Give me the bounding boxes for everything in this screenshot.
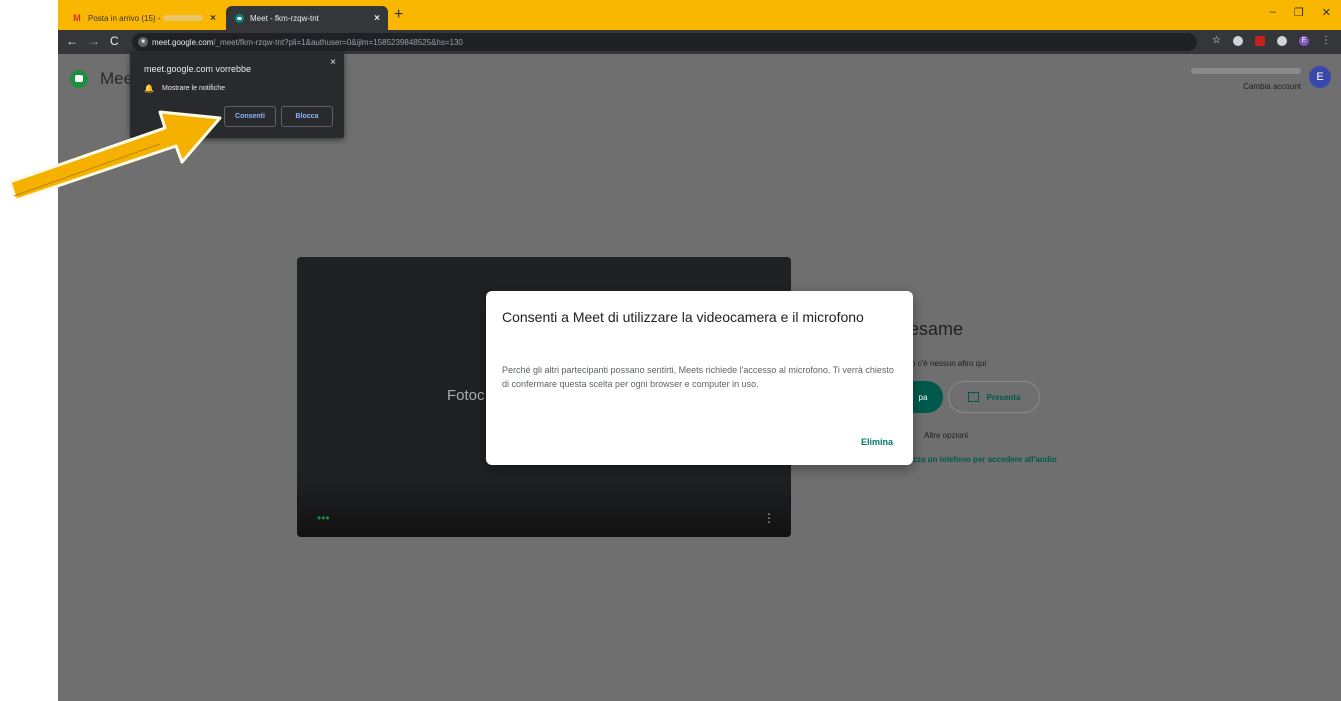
dialog-title: Consenti a Meet di utilizzare la videoca… (502, 309, 864, 325)
pdf-extension-icon[interactable] (1255, 35, 1265, 46)
close-icon[interactable]: × (330, 57, 336, 68)
menu-icon[interactable]: ⋮ (1321, 35, 1331, 46)
lock-icon[interactable]: ■ (138, 37, 148, 47)
forward-icon[interactable]: → (88, 34, 100, 48)
close-tab-icon[interactable]: × (374, 13, 380, 24)
meet-logo-icon (70, 70, 88, 88)
window-controls: – ❐ ✕ (1270, 6, 1331, 19)
address-path: /_meet/fkm-rzqw-tnt?pli=1&authuser=0&ijl… (213, 37, 463, 47)
present-label: Presenta (986, 392, 1021, 402)
annotation-arrow-icon (8, 110, 222, 202)
dialog-body: Perché gli altri partecipanti possano se… (502, 365, 894, 389)
account-email (1191, 68, 1301, 74)
extensions-area: ☆ E ⋮ (1212, 35, 1331, 46)
extension-icon[interactable] (1277, 35, 1287, 46)
tab-bar: M Posta in arrivo (15) - × Meet - fkm-rz… (58, 0, 1341, 30)
star-icon[interactable]: ☆ (1212, 35, 1221, 46)
restore-button[interactable]: ❐ (1294, 6, 1304, 19)
participants-status: n c'è nessun altro qui (911, 359, 987, 368)
more-dots-icon[interactable]: ••• (317, 511, 330, 525)
media-permission-dialog: Consenti a Meet di utilizzare la videoca… (486, 291, 913, 465)
close-tab-icon[interactable]: × (210, 13, 216, 24)
back-icon[interactable]: ← (66, 34, 78, 48)
tab-gmail[interactable]: M Posta in arrivo (15) - × (64, 6, 224, 30)
block-button[interactable]: Blocca (281, 106, 333, 127)
switch-account-link[interactable]: Cambia account (1243, 82, 1301, 91)
meeting-title: esame (909, 319, 964, 339)
account-info: Cambia account (1191, 68, 1301, 91)
reload-icon[interactable]: C (110, 34, 119, 48)
present-button[interactable]: ↑ Presenta (948, 381, 1040, 413)
new-tab-button[interactable]: + (394, 6, 403, 24)
profile-extension-icon[interactable]: E (1299, 35, 1309, 46)
tab-meet[interactable]: Meet - fkm-rzqw-tnt × (226, 6, 388, 30)
dismiss-button[interactable]: Elimina (861, 437, 893, 447)
address-bar[interactable]: ■ meet.google.com/_meet/fkm-rzqw-tnt?pli… (132, 33, 1197, 51)
permission-item: Mostrare le notifiche (162, 85, 226, 92)
meet-icon (234, 13, 244, 23)
popup-title: meet.google.com vorrebbe (144, 64, 252, 74)
allow-button[interactable]: Consenti (224, 106, 276, 127)
minimize-button[interactable]: – (1270, 6, 1276, 19)
bell-icon: 🔔 (144, 84, 154, 93)
kebab-menu-icon[interactable]: ⋮ (763, 511, 775, 525)
avatar[interactable]: E (1309, 66, 1331, 88)
tab-label: Posta in arrivo (15) - (88, 13, 161, 23)
more-options-label: Altre opzioni (924, 431, 969, 440)
tab-label: Meet - fkm-rzqw-tnt (250, 13, 319, 23)
close-window-button[interactable]: ✕ (1322, 6, 1331, 19)
shield-extension-icon[interactable] (1233, 35, 1243, 46)
gmail-icon: M (73, 13, 81, 23)
preview-text: Fotoc (447, 387, 485, 404)
present-icon: ↑ (967, 392, 979, 402)
address-domain: meet.google.com (152, 37, 214, 47)
phone-audio-link[interactable]: zza un telefono per accedere all'audio (913, 455, 1057, 464)
